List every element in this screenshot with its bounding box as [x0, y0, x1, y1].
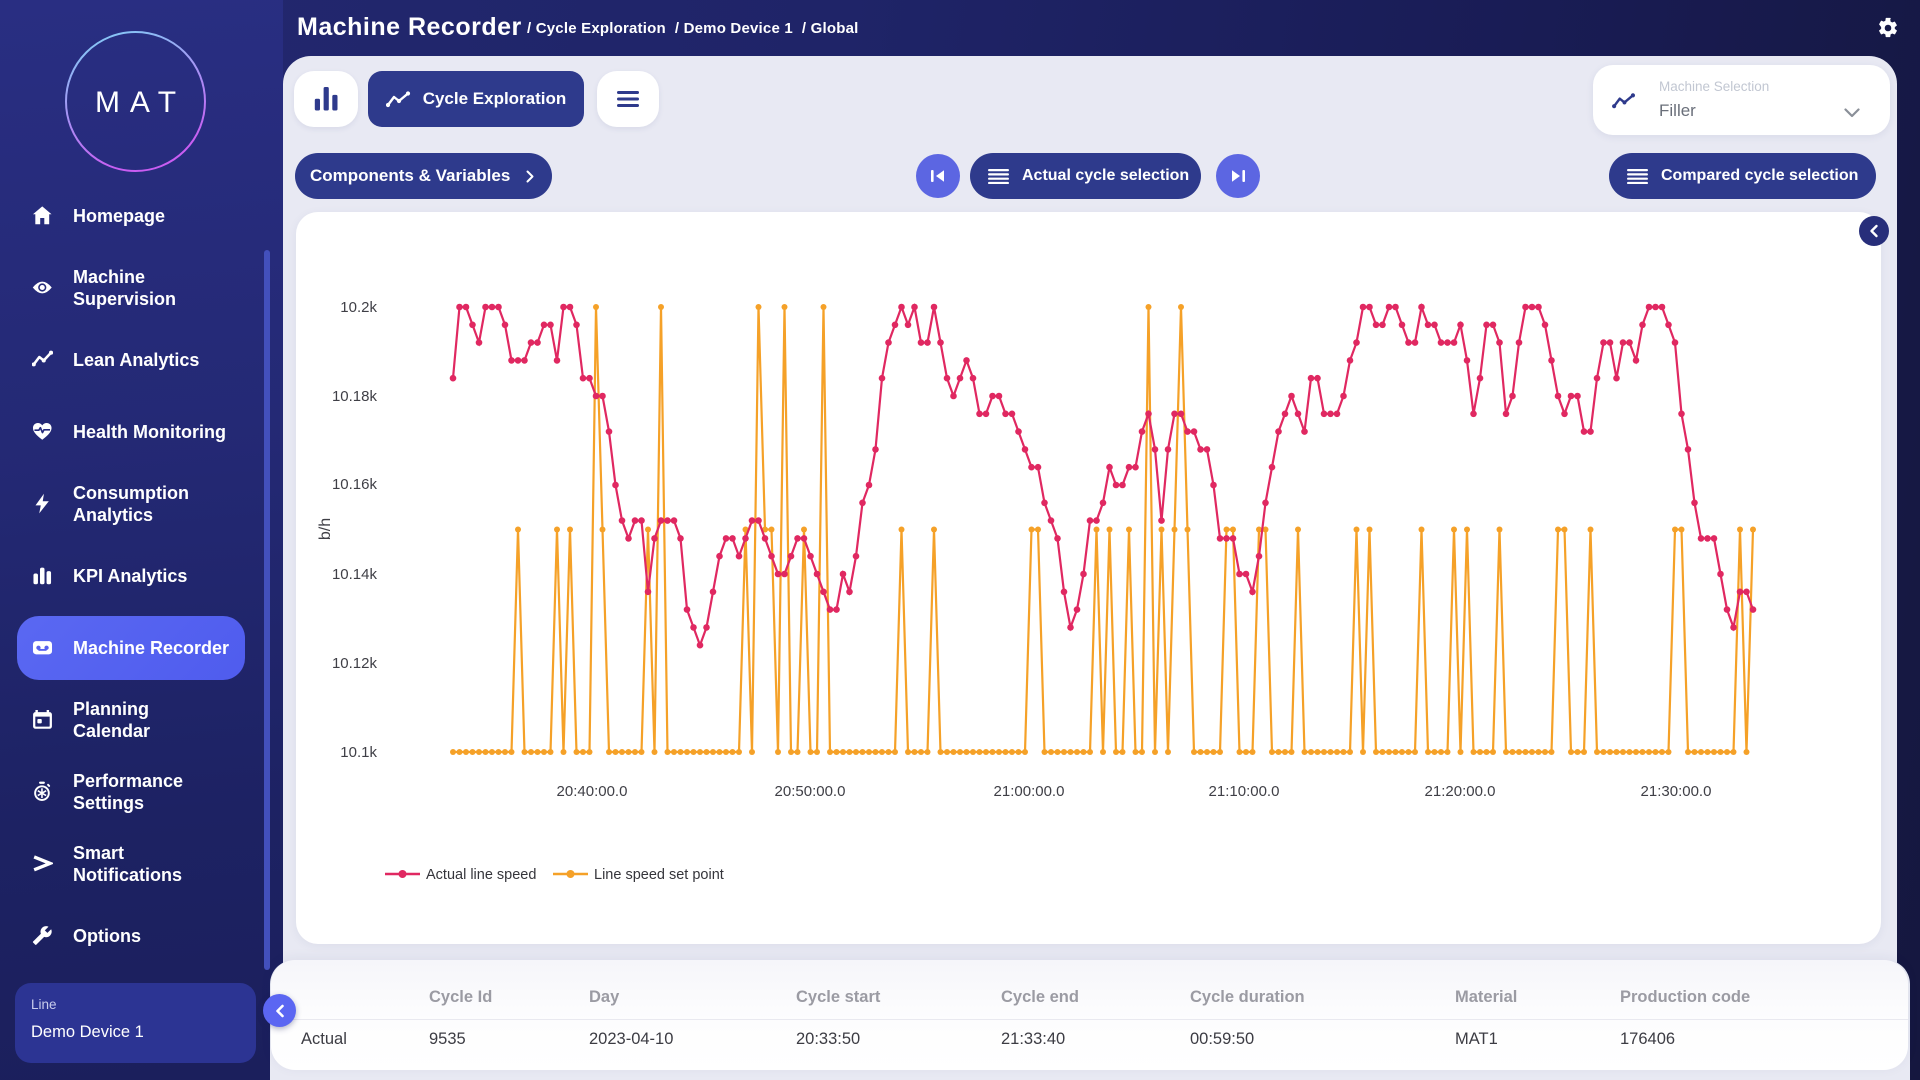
svg-text:10.14k: 10.14k: [332, 566, 378, 583]
svg-text:10.1k: 10.1k: [340, 744, 377, 761]
svg-text:21:10:00.0: 21:10:00.0: [1209, 783, 1280, 800]
svg-text:10.16k: 10.16k: [332, 476, 378, 493]
svg-text:Actual line speed: Actual line speed: [426, 867, 536, 883]
svg-text:b/h: b/h: [317, 518, 334, 540]
svg-text:21:20:00.0: 21:20:00.0: [1425, 783, 1496, 800]
svg-text:20:50:00.0: 20:50:00.0: [775, 783, 846, 800]
svg-text:10.12k: 10.12k: [332, 655, 378, 672]
svg-text:20:40:00.0: 20:40:00.0: [557, 783, 628, 800]
svg-text:Line speed set point: Line speed set point: [594, 867, 724, 883]
svg-text:MAT: MAT: [95, 86, 186, 119]
svg-text:21:00:00.0: 21:00:00.0: [994, 783, 1065, 800]
svg-text:10.18k: 10.18k: [332, 388, 378, 405]
svg-text:21:30:00.0: 21:30:00.0: [1641, 783, 1712, 800]
svg-text:10.2k: 10.2k: [340, 299, 377, 316]
